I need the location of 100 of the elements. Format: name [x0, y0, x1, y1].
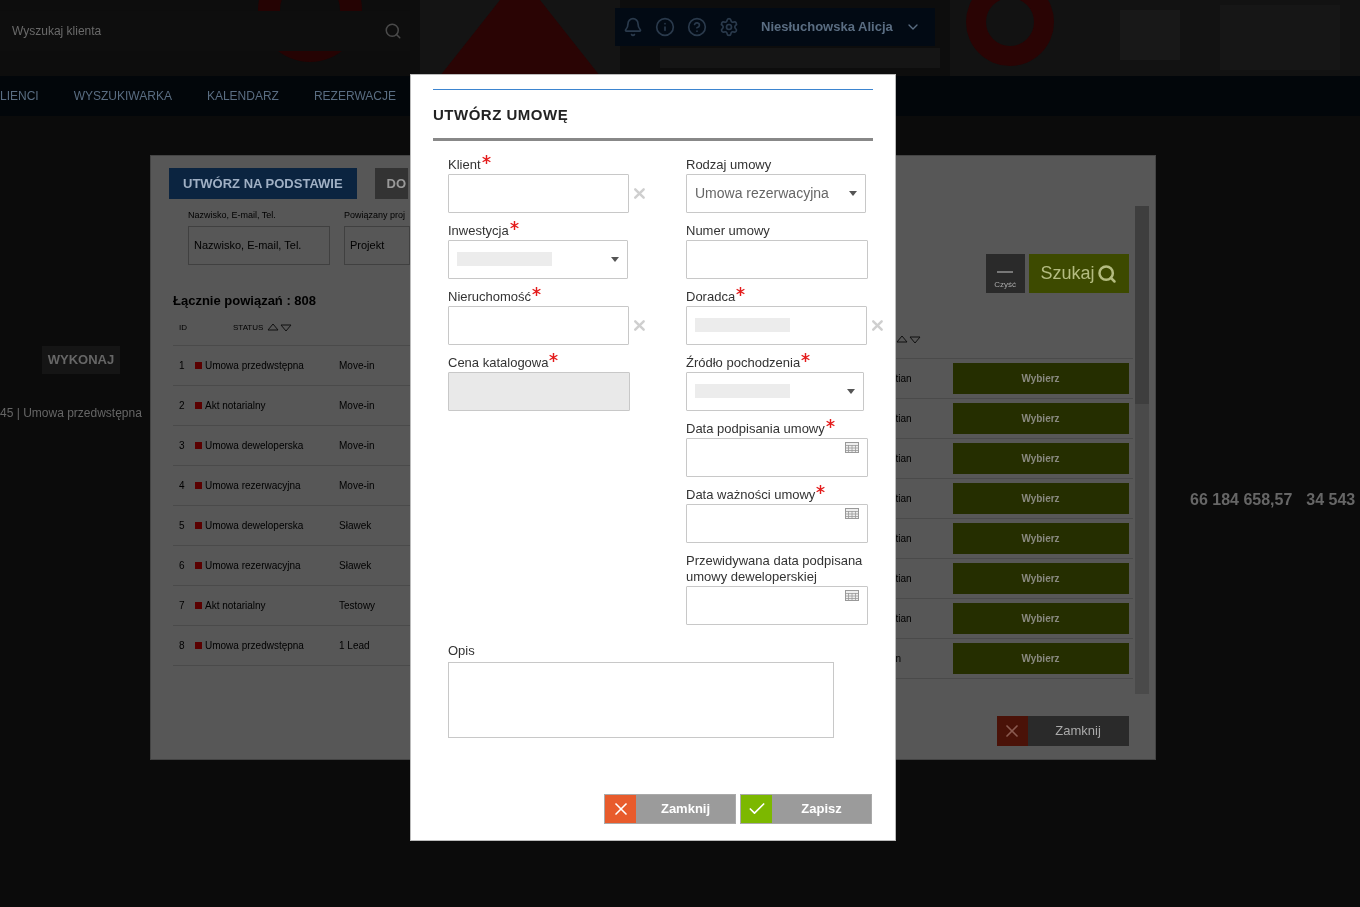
action-button[interactable]: WYKONAJ [42, 346, 120, 374]
field-label: Cena katalogowa [448, 354, 549, 371]
search-button[interactable]: Szukaj [1028, 254, 1129, 293]
caret-icon [847, 388, 855, 394]
filter-field[interactable]: Nazwisko, E-mail, Tel. [188, 225, 330, 265]
input-field[interactable] [686, 305, 868, 345]
table-cell-text: 6 [178, 559, 186, 573]
table-cell-text: tian [895, 532, 912, 546]
filter-field[interactable]: Projekt [344, 225, 410, 265]
field-label: Data ważności umowy [686, 486, 816, 503]
select-button[interactable]: Wybierz [952, 363, 1129, 394]
select-button[interactable]: Wybierz [952, 443, 1129, 474]
dialog-title: UTWÓRZ UMOWĘ [433, 105, 570, 125]
field-label: Inwestycja [448, 222, 509, 239]
input-field[interactable] [686, 239, 868, 279]
table-cell-text: 1 [178, 359, 186, 373]
date-field[interactable] [686, 437, 868, 477]
select-button[interactable]: Wybierz [952, 483, 1129, 514]
input-field[interactable] [448, 305, 630, 345]
help-icon[interactable] [687, 17, 707, 37]
field-label: Źródło pochodzenia [686, 354, 801, 371]
field-label: Doradca [686, 288, 736, 305]
table-cell-text: tian [895, 372, 912, 386]
table-cell-text: Umowa deweloperska [205, 439, 305, 453]
status-icon [195, 482, 202, 489]
date-field[interactable] [686, 503, 868, 543]
table-cell-text: tian [895, 492, 912, 506]
record-title: 45 | Umowa przedwstępna [0, 405, 143, 422]
field-label: Numer umowy [686, 222, 770, 239]
table-cell-text: Move-in [339, 359, 375, 373]
field-label: Rodzaj umowy [686, 156, 772, 173]
status-icon [195, 402, 202, 409]
status-icon [195, 522, 202, 529]
filter-label: Powiązany proj [344, 209, 407, 222]
input-field[interactable] [448, 173, 630, 213]
table-cell-text: Move-in [339, 439, 375, 453]
table-cell-text: n [895, 652, 902, 666]
table-cell-text: Move-in [339, 399, 375, 413]
table-cell-text: 3 [178, 439, 186, 453]
table-cell-text: Umowa rezerwacyjna [205, 559, 302, 573]
status-icon [195, 602, 202, 609]
nav-item[interactable]: REZERWACJE [313, 87, 396, 105]
column-header[interactable]: ID [179, 321, 187, 334]
select-button[interactable]: Wybierz [952, 643, 1129, 674]
bell-icon[interactable] [623, 17, 643, 37]
date-field[interactable] [686, 585, 868, 625]
caret-icon [611, 256, 619, 262]
table-cell-text: Akt notarialny [205, 599, 267, 613]
field-label: Klient [448, 156, 481, 173]
search-icon [1096, 263, 1117, 284]
field-label: Nieruchomość [448, 288, 532, 305]
select-button[interactable]: Wybierz [952, 523, 1129, 554]
caret-icon [849, 190, 857, 196]
select-field[interactable] [686, 371, 864, 411]
info-icon[interactable] [655, 17, 675, 37]
settings-icon[interactable] [719, 17, 739, 37]
table-cell-text: Move-in [339, 479, 375, 493]
select-button[interactable]: Wybierz [952, 403, 1129, 434]
search-icon[interactable] [384, 22, 402, 40]
status-icon [195, 362, 202, 369]
table-cell-text: Umowa deweloperska [205, 519, 305, 533]
filter-label: Nazwisko, E-mail, Tel. [188, 209, 277, 222]
select-field[interactable]: Umowa rezerwacyjna [686, 173, 866, 213]
status-icon [195, 562, 202, 569]
table-cell-text: Sławek [339, 559, 372, 573]
table-cell-text: tian [895, 412, 912, 426]
table-cell-text: tian [895, 612, 912, 626]
cancel-button[interactable]: Zamknij [604, 794, 736, 824]
scrollbar[interactable] [1134, 206, 1149, 694]
close-button[interactable]: Zamknij [996, 716, 1129, 746]
table-cell-text: tian [895, 572, 912, 586]
results-count: Łącznie powiązań : 808 [173, 291, 318, 310]
total-value: 34 543 [1306, 490, 1356, 510]
field-label: Data podpisania umowy [686, 420, 825, 437]
column-header[interactable]: STATUS [233, 321, 264, 334]
save-button[interactable]: Zapisz [740, 794, 872, 824]
nav-item[interactable]: KALENDARZ [206, 87, 279, 105]
tab-button[interactable]: DO [374, 168, 409, 199]
status-icon [195, 642, 202, 649]
table-cell-text: Umowa przedwstępna [205, 639, 305, 653]
table-cell-text: 4 [178, 479, 186, 493]
description-field[interactable] [448, 662, 834, 738]
calendar-icon [845, 589, 859, 601]
select-button[interactable]: Wybierz [952, 603, 1129, 634]
field-label: Opis [448, 641, 476, 660]
clear-button[interactable]: Czyść [985, 254, 1025, 293]
calendar-icon [845, 441, 859, 453]
table-cell-text: tian [895, 452, 912, 466]
select-field[interactable] [448, 239, 628, 279]
calendar-icon [845, 507, 859, 519]
table-cell-text: Sławek [339, 519, 372, 533]
select-button[interactable]: Wybierz [952, 563, 1129, 594]
table-cell-text: 2 [178, 399, 186, 413]
sort-icon[interactable] [895, 335, 922, 344]
nav-item[interactable]: LIENCI [0, 87, 39, 105]
status-icon [195, 442, 202, 449]
field-label: Przewidywana data podpisana umowy deweloperskiej [686, 552, 864, 585]
tab-button[interactable]: UTWÓRZ NA PODSTAWIE [169, 168, 357, 199]
nav-item[interactable]: WYSZUKIWARKA [73, 87, 172, 105]
table-cell-text: Umowa rezerwacyjna [205, 479, 302, 493]
